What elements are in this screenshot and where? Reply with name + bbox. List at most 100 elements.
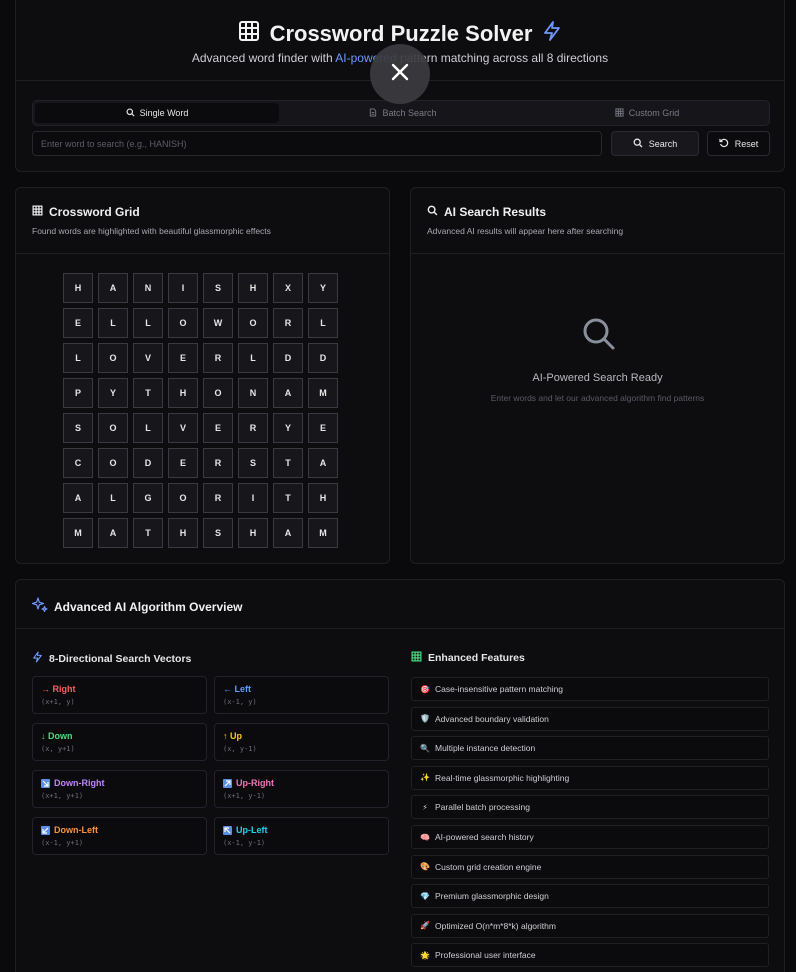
grid-cell[interactable]: T xyxy=(133,378,163,408)
grid-cell[interactable]: R xyxy=(238,413,268,443)
grid-cell[interactable]: L xyxy=(98,483,128,513)
grid-cell[interactable]: M xyxy=(308,518,338,548)
grid-cell[interactable]: E xyxy=(308,413,338,443)
grid-cell[interactable]: R xyxy=(273,308,303,338)
direction-coords: (x-1, y+1) xyxy=(41,839,84,847)
grid-cell[interactable]: H xyxy=(168,518,198,548)
grid-cell[interactable]: E xyxy=(168,343,198,373)
grid-cell[interactable]: N xyxy=(238,378,268,408)
close-overlay-button[interactable] xyxy=(370,44,430,104)
feature-item: 🎯 Case-insensitive pattern matching xyxy=(411,677,769,701)
features-title-text: Enhanced Features xyxy=(428,652,525,664)
grid-cell[interactable]: T xyxy=(133,518,163,548)
grid-cell[interactable]: L xyxy=(238,343,268,373)
title-row: Crossword Puzzle Solver xyxy=(16,20,784,47)
grid-cell[interactable]: X xyxy=(273,273,303,303)
card-title: AI Search Results xyxy=(427,205,546,219)
grid-cell[interactable]: D xyxy=(133,448,163,478)
grid-cell[interactable]: S xyxy=(238,448,268,478)
sparkles-icon xyxy=(31,597,48,616)
word-search-input[interactable] xyxy=(32,131,602,156)
grid-cell[interactable]: M xyxy=(63,518,93,548)
grid-cell[interactable]: L xyxy=(98,308,128,338)
grid-cell[interactable]: E xyxy=(63,308,93,338)
grid-cell[interactable]: O xyxy=(238,308,268,338)
grid-cell[interactable]: I xyxy=(168,273,198,303)
grid-cell[interactable]: E xyxy=(168,448,198,478)
feature-item: 🚀 Optimized O(n*m*8*k) algorithm xyxy=(411,913,769,938)
feature-item: 🧠 AI-powered search history xyxy=(411,825,769,849)
grid-cell[interactable]: V xyxy=(168,413,198,443)
grid-cell[interactable]: A xyxy=(273,518,303,548)
grid-cell[interactable]: R xyxy=(203,483,233,513)
grid-cell[interactable]: M xyxy=(308,378,338,408)
algorithm-overview-panel: Advanced AI Algorithm Overview 8-Directi… xyxy=(15,579,785,972)
grid-cell[interactable]: O xyxy=(168,483,198,513)
letter-grid: HANISHXYELLOWORLLOVERLDDPYTHONAMSOLVERYE… xyxy=(63,273,338,548)
grid-cell[interactable]: I xyxy=(238,483,268,513)
vectors-title-text: 8-Directional Search Vectors xyxy=(49,652,192,665)
grid-cell[interactable]: O xyxy=(168,308,198,338)
grid-cell[interactable]: H xyxy=(308,483,338,513)
grid-cell[interactable]: R xyxy=(203,343,233,373)
grid-cell[interactable]: O xyxy=(98,448,128,478)
reset-button[interactable]: Reset xyxy=(707,131,770,156)
grid-cell[interactable]: T xyxy=(273,448,303,478)
grid-cell[interactable]: N xyxy=(133,273,163,303)
grid-cell[interactable]: L xyxy=(133,308,163,338)
grid-cell[interactable]: E xyxy=(203,413,233,443)
feature-emoji-icon: 🎯 xyxy=(420,684,430,694)
grid-cell[interactable]: L xyxy=(308,308,338,338)
direction-vector-card: ↓ Down (x, y+1) xyxy=(32,723,207,761)
search-button[interactable]: Search xyxy=(611,131,699,156)
grid-cell[interactable]: A xyxy=(98,273,128,303)
feature-label: Real-time glassmorphic highlighting xyxy=(435,772,570,783)
direction-label: → Right xyxy=(41,684,76,694)
tab-batch-search[interactable]: Batch Search xyxy=(281,101,525,125)
grid-cell[interactable]: P xyxy=(63,378,93,408)
grid-cell[interactable]: A xyxy=(308,448,338,478)
grid-cell[interactable]: W xyxy=(203,308,233,338)
grid-cell[interactable]: A xyxy=(63,483,93,513)
grid-cell[interactable]: T xyxy=(273,483,303,513)
grid-cell[interactable]: S xyxy=(203,518,233,548)
tab-single-word[interactable]: Single Word xyxy=(35,103,279,123)
grid-cell[interactable]: Y xyxy=(273,413,303,443)
grid-cell[interactable]: L xyxy=(63,343,93,373)
grid-cell[interactable]: H xyxy=(168,378,198,408)
direction-vector-card: ← Left (x-1, y) xyxy=(214,676,389,714)
grid-cell[interactable]: S xyxy=(203,273,233,303)
feature-label: Parallel batch processing xyxy=(435,802,530,813)
grid-cell[interactable]: A xyxy=(273,378,303,408)
grid-cell[interactable]: D xyxy=(308,343,338,373)
grid-cell[interactable]: R xyxy=(203,448,233,478)
tab-custom-grid[interactable]: Custom Grid xyxy=(525,101,769,125)
direction-vector-card: → Right (x+1, y) xyxy=(32,676,207,714)
card-divider xyxy=(16,253,389,254)
grid-cell[interactable]: A xyxy=(98,518,128,548)
vectors-section-title: 8-Directional Search Vectors xyxy=(32,651,191,666)
grid-cell[interactable]: S xyxy=(63,413,93,443)
direction-name: Up-Left xyxy=(223,825,380,835)
grid-cell[interactable]: Y xyxy=(308,273,338,303)
grid-cell[interactable]: O xyxy=(98,413,128,443)
direction-name: ← Left xyxy=(223,684,380,694)
lightning-icon xyxy=(32,651,43,666)
grid-cell[interactable]: L xyxy=(133,413,163,443)
grid-cell[interactable]: D xyxy=(273,343,303,373)
grid-cell[interactable]: C xyxy=(63,448,93,478)
grid-cell[interactable]: H xyxy=(63,273,93,303)
grid-cell[interactable]: O xyxy=(98,343,128,373)
grid-cell[interactable]: V xyxy=(133,343,163,373)
results-card-title: AI Search Results xyxy=(444,205,547,219)
feature-emoji-icon: ✨ xyxy=(420,773,430,783)
grid-cell[interactable]: G xyxy=(133,483,163,513)
feature-label: Professional user interface xyxy=(435,950,536,961)
grid-cell[interactable]: Y xyxy=(98,378,128,408)
direction-vector-card: Up-Left (x-1, y-1) xyxy=(214,817,389,855)
feature-label: Advanced boundary validation xyxy=(435,713,549,724)
direction-label: Down-Right xyxy=(54,778,105,788)
grid-cell[interactable]: H xyxy=(238,518,268,548)
grid-cell[interactable]: H xyxy=(238,273,268,303)
grid-cell[interactable]: O xyxy=(203,378,233,408)
